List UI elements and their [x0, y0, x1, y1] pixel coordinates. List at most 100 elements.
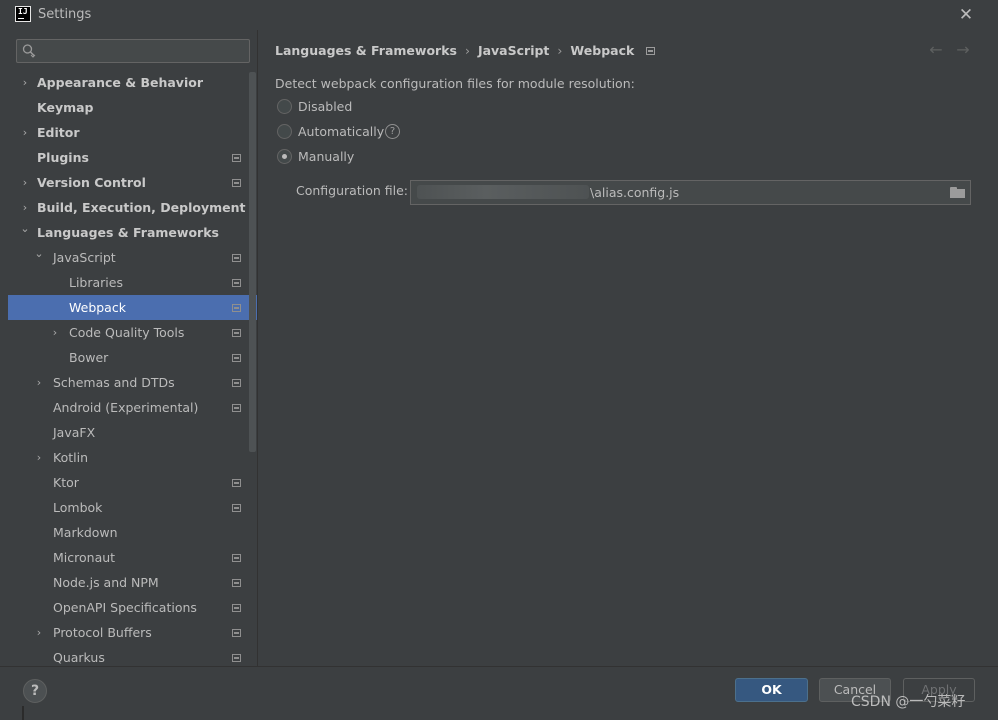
chevron-right-icon[interactable]: › [19, 120, 31, 145]
chevron-right-icon[interactable]: › [19, 70, 31, 95]
radio-button-checked[interactable] [277, 149, 292, 164]
sidebar-item-label: Languages & Frameworks [37, 225, 219, 240]
chevron-right-icon[interactable]: › [19, 170, 31, 195]
settings-content-panel: Languages & Frameworks › JavaScript › Webpac… [258, 30, 998, 666]
project-level-icon [232, 629, 241, 637]
project-level-icon [232, 579, 241, 587]
sidebar-item-languages-frameworks[interactable]: ⌄ Languages & Frameworks [8, 220, 258, 245]
sidebar-item-label: Node.js and NPM [53, 575, 159, 590]
radio-button[interactable] [277, 99, 292, 114]
project-level-icon [232, 354, 241, 362]
sidebar-item-openapi-specifications[interactable]: OpenAPI Specifications [8, 595, 258, 620]
sidebar-item-javafx[interactable]: JavaFX [8, 420, 258, 445]
sidebar-item-label: Editor [37, 125, 80, 140]
sidebar-item-markdown[interactable]: Markdown [8, 520, 258, 545]
sidebar-item-label: OpenAPI Specifications [53, 600, 197, 615]
project-level-icon [232, 179, 241, 187]
ok-button[interactable]: OK [735, 678, 808, 702]
sidebar-item-plugins[interactable]: Plugins [8, 145, 258, 170]
sidebar-item-schemas-and-dtds[interactable]: › Schemas and DTDs [8, 370, 258, 395]
sidebar-item-label: Schemas and DTDs [53, 375, 175, 390]
sidebar-item-label: Libraries [69, 275, 123, 290]
project-level-icon [232, 304, 241, 312]
sidebar-item-label: Quarkus [53, 650, 105, 665]
chevron-right-icon[interactable]: › [33, 370, 45, 395]
sidebar-item-lombok[interactable]: Lombok [8, 495, 258, 520]
chevron-right-icon[interactable]: › [33, 620, 45, 645]
sidebar-item-android-experimental[interactable]: Android (Experimental) [8, 395, 258, 420]
project-level-icon [232, 504, 241, 512]
settings-sidebar: › Appearance & Behavior Keymap › Editor Plugi… [8, 30, 258, 666]
sidebar-item-node-js-and-npm[interactable]: Node.js and NPM [8, 570, 258, 595]
breadcrumb: Languages & Frameworks › JavaScript › Webpac… [275, 43, 656, 61]
sidebar-item-label: Markdown [53, 525, 118, 540]
sidebar-item-label: Plugins [37, 150, 89, 165]
webpack-description: Detect webpack configuration files for m… [275, 76, 635, 91]
radio-label[interactable]: Disabled [298, 97, 352, 117]
title-bar: IJ Settings ✕ [0, 0, 998, 30]
sidebar-item-label: Code Quality Tools [69, 325, 185, 340]
breadcrumb-item-languages-frameworks[interactable]: Languages & Frameworks [275, 43, 457, 58]
radio-button[interactable] [277, 124, 292, 139]
breadcrumb-item-javascript[interactable]: JavaScript [478, 43, 549, 58]
breadcrumb-separator: › [464, 43, 470, 58]
sidebar-item-webpack[interactable]: Webpack [8, 295, 258, 320]
settings-search-input[interactable] [39, 42, 244, 60]
forward-arrow-icon[interactable]: → [954, 40, 972, 60]
help-button[interactable]: ? [23, 679, 47, 703]
help-icon[interactable]: ? [385, 124, 400, 139]
sidebar-item-label: Lombok [53, 500, 103, 515]
sidebar-item-label: Micronaut [53, 550, 116, 565]
project-level-icon [232, 329, 241, 337]
search-icon [22, 44, 36, 58]
redacted-path [417, 185, 589, 199]
project-level-icon [232, 604, 241, 612]
sidebar-item-label: Version Control [37, 175, 146, 190]
sidebar-item-bower[interactable]: Bower [8, 345, 258, 370]
sidebar-item-keymap[interactable]: Keymap [8, 95, 258, 120]
sidebar-item-label: JavaScript [53, 250, 116, 265]
sidebar-item-version-control[interactable]: › Version Control [8, 170, 258, 195]
sidebar-item-label: Build, Execution, Deployment [37, 200, 246, 215]
chevron-right-icon[interactable]: › [19, 195, 31, 220]
configuration-file-field[interactable]: \alias.config.js [410, 180, 971, 205]
watermark-text: CSDN @一勺菜籽 [851, 694, 966, 710]
sidebar-item-ktor[interactable]: Ktor [8, 470, 258, 495]
project-level-icon [232, 254, 241, 262]
sidebar-item-code-quality-tools[interactable]: › Code Quality Tools [8, 320, 258, 345]
configuration-file-value[interactable]: \alias.config.js [590, 181, 679, 204]
radio-label[interactable]: Manually [298, 147, 354, 167]
project-level-icon [232, 479, 241, 487]
sidebar-item-label: JavaFX [53, 425, 96, 440]
folder-browse-icon[interactable] [950, 187, 966, 198]
sidebar-scrollbar[interactable] [249, 72, 256, 452]
sidebar-item-label: Appearance & Behavior [37, 75, 203, 90]
configuration-file-label: Configuration file: [296, 183, 408, 198]
window-edge [22, 706, 24, 720]
close-button[interactable]: ✕ [956, 5, 976, 25]
sidebar-item-label: Bower [69, 350, 109, 365]
sidebar-item-libraries[interactable]: Libraries [8, 270, 258, 295]
project-level-icon [232, 404, 241, 412]
chevron-right-icon[interactable]: › [49, 320, 61, 345]
sidebar-item-kotlin[interactable]: › Kotlin [8, 445, 258, 470]
sidebar-item-protocol-buffers[interactable]: › Protocol Buffers [8, 620, 258, 645]
sidebar-item-editor[interactable]: › Editor [8, 120, 258, 145]
window-title: Settings [38, 7, 92, 22]
sidebar-item-appearance-behavior[interactable]: › Appearance & Behavior [8, 70, 258, 95]
chevron-down-icon[interactable]: ⌄ [33, 245, 45, 270]
sidebar-item-label: Ktor [53, 475, 79, 490]
sidebar-item-build-execution-deployment[interactable]: › Build, Execution, Deployment [8, 195, 258, 220]
sidebar-item-quarkus[interactable]: Quarkus [8, 645, 258, 666]
breadcrumb-separator: › [557, 43, 563, 58]
sidebar-item-javascript[interactable]: ⌄ JavaScript [8, 245, 258, 270]
back-arrow-icon[interactable]: ← [927, 40, 945, 60]
settings-search-box[interactable] [16, 39, 250, 63]
radio-label[interactable]: Automatically [298, 122, 384, 142]
chevron-right-icon[interactable]: › [33, 445, 45, 470]
intellij-app-icon: IJ [15, 6, 31, 22]
sidebar-item-label: Kotlin [53, 450, 88, 465]
sidebar-item-label: Android (Experimental) [53, 400, 199, 415]
sidebar-item-micronaut[interactable]: Micronaut [8, 545, 258, 570]
chevron-down-icon[interactable]: ⌄ [19, 220, 31, 245]
